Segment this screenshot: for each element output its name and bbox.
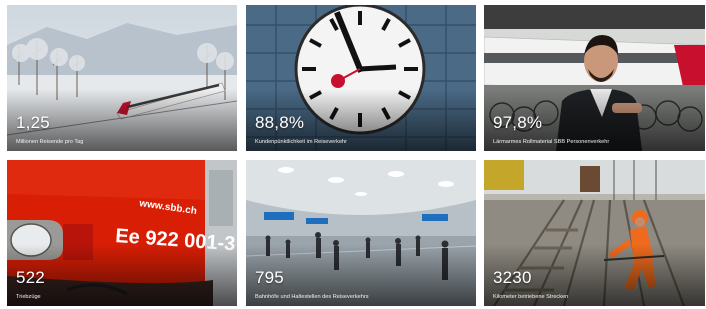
stat-caption: Bahnhöfe und Haltestellen des Reiseverke… xyxy=(255,294,369,300)
stat-tile-rolling-stock[interactable]: 97,8% Lärmarmes Rollmaterial SBB Persone… xyxy=(484,5,705,151)
statistics-grid: 1,25 Millionen Reisende pro Tag 88,8% Ku… xyxy=(0,0,706,309)
stat-value: 795 xyxy=(255,268,284,287)
stat-tile-stations[interactable]: 795 Bahnhöfe und Haltestellen des Reisev… xyxy=(246,160,476,306)
stat-caption: Kundenpünktlichkeit im Reiseverkehr xyxy=(255,139,348,145)
stat-value: 88,8% xyxy=(255,113,305,132)
stat-tile-punctuality[interactable]: 88,8% Kundenpünktlichkeit im Reiseverkeh… xyxy=(246,5,476,151)
stat-caption: Lärmarmes Rollmaterial SBB Personenverke… xyxy=(493,139,610,145)
stat-value: 3230 xyxy=(493,268,532,287)
stat-caption: Kilometer betriebene Strecken xyxy=(493,294,569,300)
stat-tile-track-km[interactable]: 3230 Kilometer betriebene Strecken xyxy=(484,160,705,306)
stat-tile-passengers[interactable]: 1,25 Millionen Reisende pro Tag xyxy=(7,5,237,151)
stat-caption: Triebzüge xyxy=(16,294,41,300)
stat-value: 1,25 xyxy=(16,113,50,132)
stat-value: 97,8% xyxy=(493,113,543,132)
stat-tile-locomotives[interactable]: www.sbb.ch Ee 922 001-3 522 Triebzüge xyxy=(7,160,237,306)
stat-caption: Millionen Reisende pro Tag xyxy=(16,139,84,145)
stat-value: 522 xyxy=(16,268,45,287)
